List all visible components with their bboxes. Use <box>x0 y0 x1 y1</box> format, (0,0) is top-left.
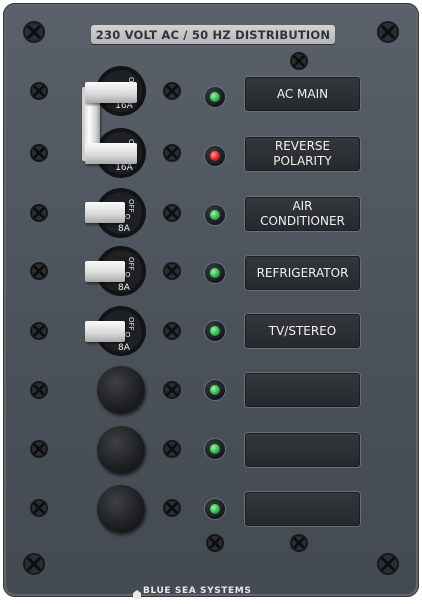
breaker-handle[interactable] <box>85 143 137 164</box>
svg-text:O: O <box>125 213 131 221</box>
screw-icon <box>29 498 49 518</box>
blue-sea-logo-icon <box>133 586 141 599</box>
svg-text:OFF: OFF <box>127 257 135 271</box>
screw-icon <box>29 81 49 101</box>
svg-text:OFF: OFF <box>127 199 135 213</box>
screw-icon <box>29 380 49 400</box>
breaker-handle[interactable] <box>85 261 125 282</box>
indicator-light <box>205 146 225 166</box>
indicator-light <box>205 439 225 459</box>
circuit-label-tv-stereo: TV/STEREO <box>245 314 360 348</box>
breaker-rating: 8A <box>118 343 130 353</box>
circuit-label-blank <box>245 433 360 467</box>
breaker-rating: 8A <box>118 283 130 293</box>
circuit-label-reverse-polarity: REVERSE POLARITY <box>245 137 360 171</box>
corner-screw-icon <box>376 20 400 44</box>
breaker-rating: 8A <box>118 224 130 234</box>
indicator-light <box>205 205 225 225</box>
screw-icon <box>289 51 309 71</box>
circuit-label-blank <box>245 492 360 526</box>
circuit-label-air-conditioner: AIR CONDITIONER <box>245 197 360 231</box>
indicator-light <box>205 499 225 519</box>
screw-icon <box>162 81 182 101</box>
blank-breaker-plug <box>97 485 145 533</box>
corner-screw-icon <box>22 20 46 44</box>
circuit-label-blank <box>245 373 360 407</box>
corner-screw-icon <box>376 552 400 576</box>
panel-title: 230 VOLT AC / 50 HZ DISTRIBUTION <box>91 25 335 44</box>
screw-icon <box>29 261 49 281</box>
screw-icon <box>29 203 49 223</box>
screw-icon <box>29 321 49 341</box>
screw-icon <box>162 498 182 518</box>
screw-icon <box>162 143 182 163</box>
indicator-light <box>205 87 225 107</box>
circuit-label-ac-main: AC MAIN <box>245 77 360 111</box>
screw-icon <box>29 439 49 459</box>
breaker-handle[interactable] <box>85 82 137 103</box>
indicator-light <box>205 263 225 283</box>
blank-breaker-plug <box>97 366 145 414</box>
indicator-light <box>205 321 225 341</box>
corner-screw-icon <box>22 552 46 576</box>
breaker-handle[interactable] <box>85 321 125 342</box>
blank-breaker-plug <box>97 426 145 474</box>
screw-icon <box>289 533 309 553</box>
brand-label: BLUE SEA SYSTEMS <box>143 586 252 596</box>
screw-icon <box>162 321 182 341</box>
screw-icon <box>29 143 49 163</box>
breaker-rating: 16A <box>115 163 133 173</box>
svg-text:OFF: OFF <box>127 317 135 331</box>
svg-text:O: O <box>125 271 131 279</box>
svg-text:O: O <box>125 331 131 339</box>
distribution-panel: 230 VOLT AC / 50 HZ DISTRIBUTION OFFO 16… <box>3 3 419 599</box>
indicator-light <box>205 380 225 400</box>
breaker-handle[interactable] <box>85 202 125 223</box>
circuit-label-refrigerator: REFRIGERATOR <box>245 256 360 290</box>
screw-icon <box>162 380 182 400</box>
screw-icon <box>162 261 182 281</box>
screw-icon <box>205 533 225 553</box>
screw-icon <box>162 439 182 459</box>
screw-icon <box>162 203 182 223</box>
